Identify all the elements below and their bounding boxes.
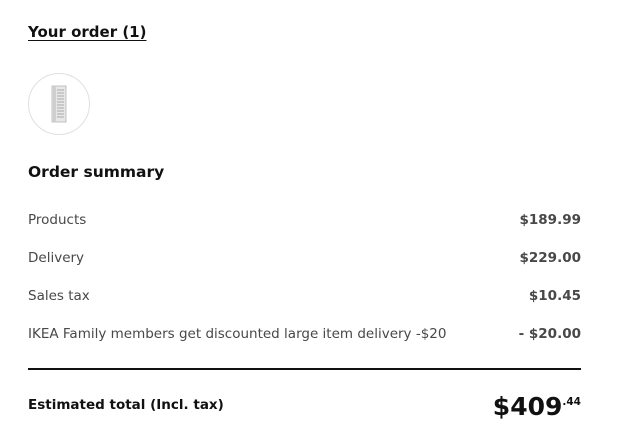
estimated-total-label: Estimated total (Incl. tax): [28, 397, 224, 413]
product-thumbnail[interactable]: [28, 73, 90, 135]
summary-row-family-discount: IKEA Family members get discounted large…: [28, 324, 581, 344]
order-summary-title: Order summary: [28, 163, 165, 181]
your-order-link[interactable]: Your order (1): [28, 23, 146, 41]
order-summary-panel: Your order (1) Order summary Products $1…: [28, 0, 581, 441]
summary-row-products: Products $189.99: [28, 210, 581, 230]
narrow-drawer-unit-icon: [51, 85, 67, 123]
summary-row-sales-tax: Sales tax $10.45: [28, 286, 581, 306]
total-divider: [28, 368, 581, 370]
summary-row-value: - $20.00: [518, 326, 581, 342]
summary-row-delivery: Delivery $229.00: [28, 248, 581, 268]
estimated-total-price: $409 .44: [493, 389, 581, 425]
summary-row-label: Delivery: [28, 250, 85, 266]
summary-row-value: $10.45: [528, 288, 581, 304]
total-price-main: $409: [492, 392, 563, 421]
summary-row-value: $229.00: [519, 250, 582, 266]
summary-row-label: Products: [28, 212, 87, 228]
summary-row-label: Sales tax: [28, 288, 90, 304]
summary-row-label: IKEA Family members get discounted large…: [28, 326, 447, 342]
total-price-cents: .44: [562, 396, 581, 408]
summary-row-value: $189.99: [519, 212, 582, 228]
